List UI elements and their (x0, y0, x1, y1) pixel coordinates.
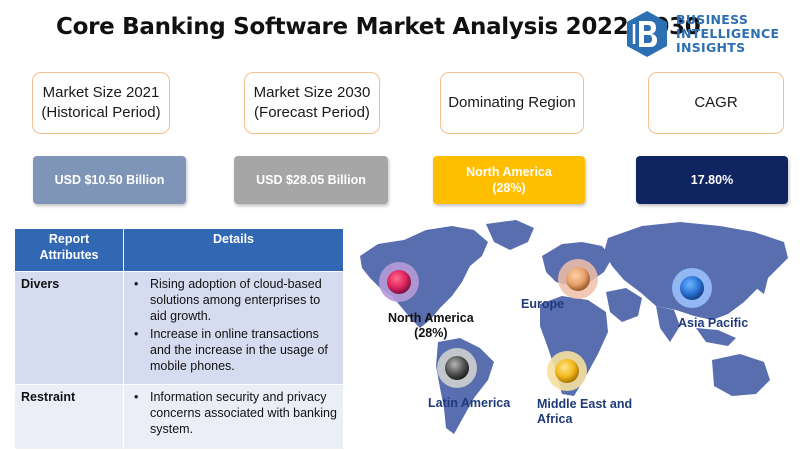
region-name: Middle East and (537, 397, 633, 411)
metric-value-market-size-2030: USD $28.05 Billion (234, 156, 388, 204)
attribute-details: Information security and privacy concern… (123, 384, 344, 450)
continent-greenland (486, 220, 534, 250)
metric-label-line: Market Size 2030 (253, 84, 371, 101)
region-name: North America (388, 311, 474, 325)
marker-north-america (379, 262, 419, 302)
company-logo: BUSINESS INTELLIGENCE INSIGHTS (626, 10, 796, 58)
metric-label-line: CAGR (694, 94, 738, 111)
marker-middle-east-africa (547, 351, 587, 391)
metric-label-market-size-2021: Market Size 2021 (Historical Period) (32, 72, 170, 134)
metric-value-dominating-region: North America (28%) (433, 156, 585, 204)
metric-label-line: Market Size 2021 (42, 84, 160, 101)
metric-value-line: USD $28.05 Billion (256, 173, 366, 187)
report-attributes-table: Report Attributes Details Divers Rising … (14, 228, 344, 450)
metric-label-line: (Historical Period) (41, 104, 161, 121)
column-header-attributes: Report Attributes (14, 228, 124, 272)
logo-mark-icon (627, 11, 667, 57)
attribute-name: Divers (14, 271, 124, 385)
metric-value-line: 17.80% (690, 173, 734, 187)
table-row-drivers: Divers Rising adoption of cloud-based so… (14, 271, 344, 385)
region-label-asia-pacific: Asia Pacific (678, 316, 749, 330)
region-label-north-america: North America (28%) (388, 311, 474, 341)
column-header-details: Details (123, 228, 344, 272)
logo-line: BUSINESS (676, 12, 749, 27)
continent-australia (712, 354, 770, 396)
logo-line: INTELLIGENCE (676, 26, 780, 41)
metric-label-line: Dominating Region (448, 94, 576, 111)
region-label-europe: Europe (521, 297, 565, 311)
metric-label-dominating-region: Dominating Region (440, 72, 584, 134)
logo-line: INSIGHTS (676, 40, 746, 55)
detail-point: Information security and privacy concern… (134, 389, 337, 437)
attribute-details: Rising adoption of cloud-based solutions… (123, 271, 344, 385)
metric-value-cagr: 17.80% (636, 156, 788, 204)
metric-value-line: (28%) (492, 181, 526, 195)
marker-europe (558, 259, 598, 299)
table-row-restraint: Restraint Information security and priva… (14, 384, 344, 450)
region-share: (28%) (414, 326, 448, 340)
continent-india (656, 306, 680, 342)
detail-point: Rising adoption of cloud-based solutions… (134, 276, 337, 324)
attribute-name: Restraint (14, 384, 124, 450)
region-label-latin-america: Latin America (428, 396, 511, 410)
region-label-middle-east-africa: Middle East and Africa (537, 397, 632, 427)
detail-point: Increase in online transactions and the … (134, 326, 337, 374)
metric-label-cagr: CAGR (648, 72, 784, 134)
marker-asia-pacific (672, 268, 712, 308)
table-header-row: Report Attributes Details (14, 228, 344, 272)
logo-text: BUSINESS INTELLIGENCE INSIGHTS (676, 13, 796, 55)
metric-label-market-size-2030: Market Size 2030 (Forecast Period) (244, 72, 380, 134)
metric-value-line: North America (466, 165, 552, 179)
metric-value-market-size-2021: USD $10.50 Billion (33, 156, 186, 204)
metric-label-line: (Forecast Period) (254, 104, 370, 121)
page-title: Core Banking Software Market Analysis 20… (56, 14, 701, 40)
continent-middle-east (606, 288, 642, 322)
region-name-line2: Africa (537, 412, 573, 426)
metric-value-line: USD $10.50 Billion (54, 173, 165, 187)
marker-latin-america (437, 348, 477, 388)
